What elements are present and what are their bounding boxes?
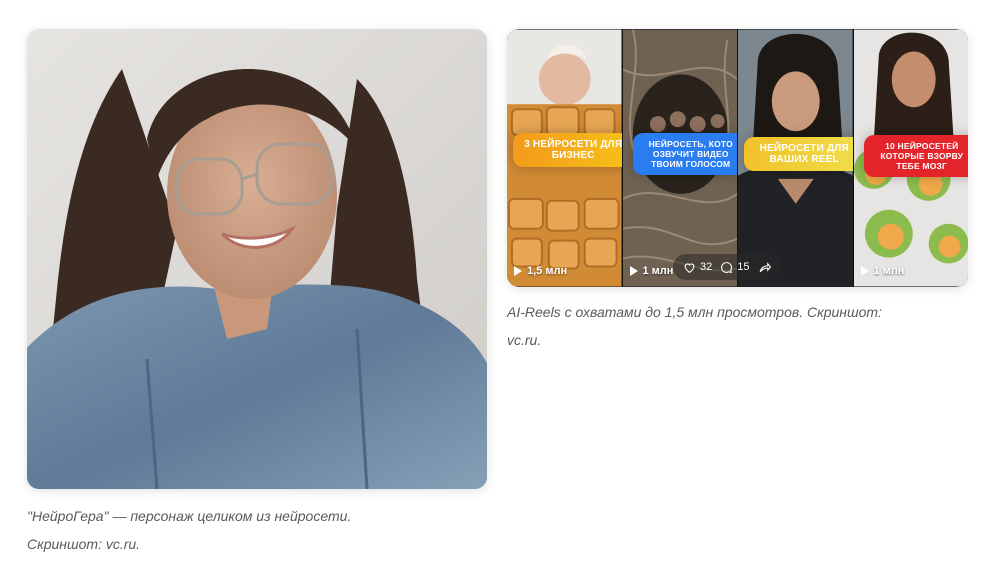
woman-selfie-image	[27, 29, 487, 489]
reel-3-title: НЕЙРОСЕТИ ДЛЯ ВАШИХ REEL	[744, 137, 853, 171]
selfie-photo[interactable]	[27, 29, 487, 489]
reel-1-views: 1,5 млн	[514, 265, 567, 277]
likes-count: 32	[700, 261, 713, 273]
heart-icon	[684, 262, 695, 273]
reel-2-views: 1 млн	[629, 265, 674, 277]
reel-2-title: НЕЙРОСЕТЬ, КОТО ОЗВУЧИТ ВИДЕО ТВОИМ ГОЛО…	[632, 133, 737, 175]
reel-1-title: 3 НЕЙРОСЕТИ ДЛЯ БИЗНЕС	[513, 133, 622, 167]
reel-tile-2[interactable]: НЕЙРОСЕТЬ, КОТО ОЗВУЧИТ ВИДЕО ТВОИМ ГОЛО…	[621, 29, 737, 287]
reels-caption-line-2: vc.ru.	[507, 332, 542, 348]
play-icon	[860, 266, 869, 276]
reels-caption: AI-Reels с охватами до 1,5 млн просмотро…	[507, 298, 947, 354]
reel-tile-1[interactable]: 3 НЕЙРОСЕТИ ДЛЯ БИЗНЕС 1,5 млн	[507, 29, 622, 287]
comments-count: 15	[737, 261, 750, 273]
photo-caption-line-2: Скриншот: vc.ru.	[27, 536, 141, 552]
reel-tile-3[interactable]: НЕЙРОСЕТИ ДЛЯ ВАШИХ REEL	[737, 29, 853, 287]
reels-collage[interactable]: 3 НЕЙРОСЕТИ ДЛЯ БИЗНЕС 1,5 млн НЕЙРОСЕТЬ…	[507, 29, 968, 287]
reel-tile-4[interactable]: 10 НЕЙРОСЕТЕЙ КОТОРЫЕ ВЗОРВУ ТЕБЕ МОЗГ 1…	[852, 29, 968, 287]
reels-caption-line-1: AI-Reels с охватами до 1,5 млн просмотро…	[507, 304, 882, 320]
comment-icon	[721, 261, 733, 273]
play-icon	[514, 266, 522, 276]
reel-4-views: 1 млн	[860, 265, 905, 277]
likes[interactable]: 32	[683, 261, 712, 274]
photo-caption: "НейроГера" — персонаж целиком из нейрос…	[27, 502, 487, 558]
share-icon[interactable]	[758, 261, 771, 274]
photo-caption-line-1: "НейроГера" — персонаж целиком из нейрос…	[27, 508, 352, 524]
reel-stats-pill: 32 15	[673, 254, 781, 280]
reel-4-title: 10 НЕЙРОСЕТЕЙ КОТОРЫЕ ВЗОРВУ ТЕБЕ МОЗГ	[863, 135, 968, 177]
play-icon	[629, 266, 638, 276]
reel-2-view-count: 1 млн	[642, 265, 674, 277]
reel-4-view-count: 1 млн	[873, 265, 905, 277]
reel-1-view-count: 1,5 млн	[527, 265, 568, 277]
comments[interactable]: 15	[720, 261, 750, 274]
